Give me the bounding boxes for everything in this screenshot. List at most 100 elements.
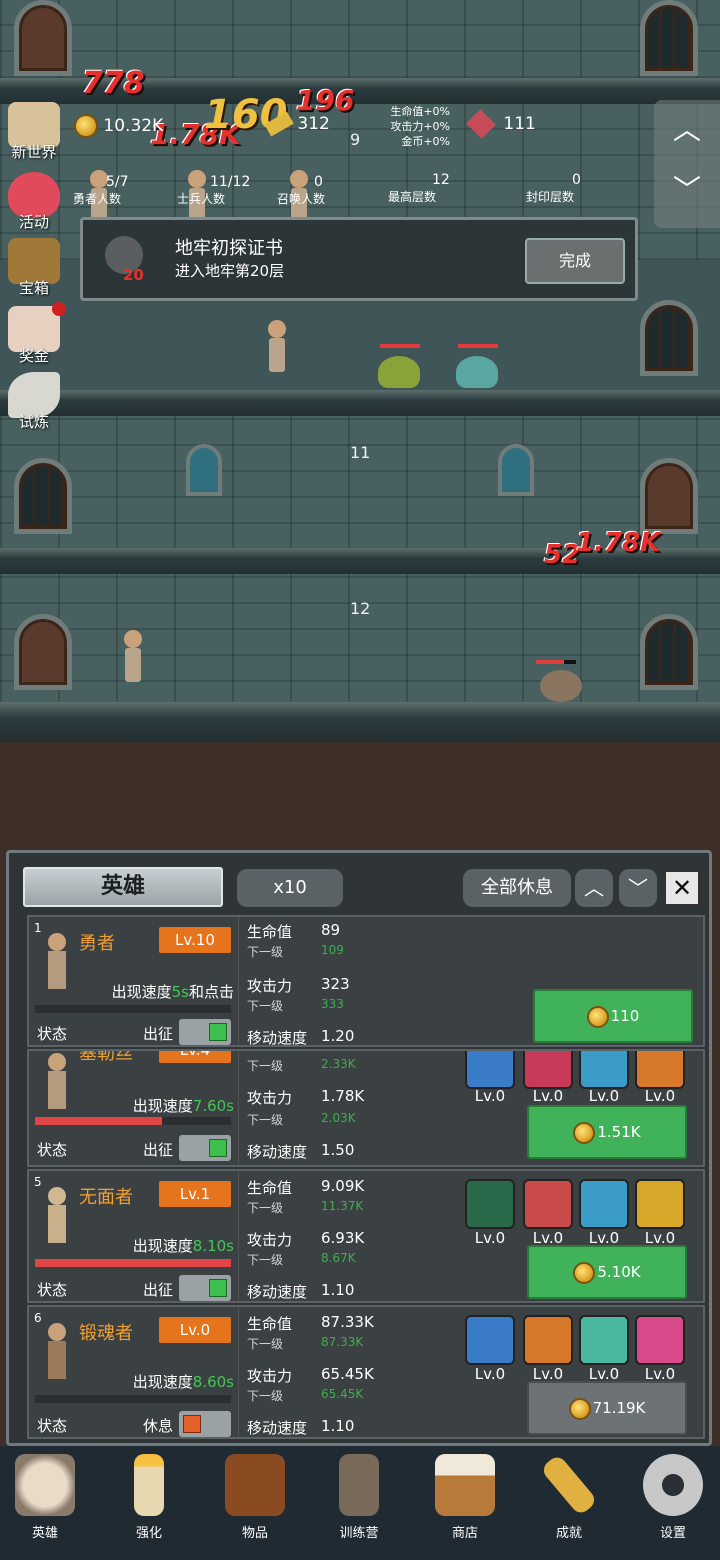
axe-skill-icon[interactable]	[523, 1315, 573, 1365]
quest-complete-button[interactable]: 完成	[525, 238, 625, 284]
close-icon[interactable]: ✕	[663, 869, 701, 907]
key-icon	[539, 1453, 599, 1517]
nav-heroes[interactable]: 英雄	[0, 1454, 90, 1554]
damage-number: 1.78K	[576, 528, 661, 558]
blue-slime	[456, 356, 498, 388]
spawn-speed: 出现速度8.60s	[132, 1373, 234, 1391]
hero-level: Lv.0	[159, 1317, 231, 1343]
sword-skill-icon[interactable]	[465, 1179, 515, 1229]
nav-items[interactable]: 物品	[210, 1454, 300, 1554]
hero-sprite	[266, 320, 288, 372]
hero-name: 塞勒丝	[79, 1049, 133, 1064]
deploy-toggle[interactable]	[179, 1135, 231, 1161]
hero-level: Lv.4	[159, 1051, 231, 1063]
monster-skill-icon[interactable]	[523, 1051, 573, 1089]
counter-max-floor: 12 最高层数	[387, 172, 450, 204]
bonus-button[interactable]: 奖金	[4, 302, 66, 365]
gold-amount: 10.32K	[103, 116, 164, 136]
dungeon-gate	[640, 614, 698, 690]
spawn-speed: 出现速度5s和点击	[111, 983, 234, 1001]
move-down-button[interactable]: ﹀	[619, 869, 657, 907]
upgrade-button[interactable]: 110	[533, 989, 693, 1043]
enemy-hp-bar	[536, 660, 576, 664]
beast-skill-icon[interactable]	[635, 1051, 685, 1089]
hero-panel: 英雄 x10 全部休息 ︿ ﹀ ✕ 1 勇者 Lv.10 出现速度5s和点击 状…	[6, 850, 712, 1446]
dungeon-gate	[640, 300, 698, 376]
hero-hp-bar	[35, 1117, 231, 1125]
gem-amount: 111	[503, 114, 536, 134]
damage-number: 196	[296, 84, 355, 117]
counter-sealed-floor: 0 封印层数	[525, 172, 581, 204]
bonus-gold: 金币+0%	[401, 135, 450, 148]
nav-upgrade[interactable]: 强化	[104, 1454, 194, 1554]
boot-skill-icon[interactable]	[635, 1315, 685, 1365]
bonus-hp: 生命值+0%	[390, 105, 450, 118]
hero-hp-bar	[35, 1005, 231, 1013]
deploy-toggle[interactable]	[179, 1019, 231, 1045]
lantern-icon	[339, 1454, 379, 1516]
hero-card[interactable]: 5 无面者 Lv.1 出现速度8.10s 状态 出征 生命值 9.09K 下一级 1…	[27, 1169, 705, 1303]
hero-hp-bar	[35, 1395, 231, 1403]
floor-ledge	[0, 390, 720, 416]
upgrade-button[interactable]: 1.51K	[527, 1105, 687, 1159]
rest-all-button[interactable]: 全部休息	[463, 869, 571, 907]
hero-portrait	[43, 1053, 71, 1111]
hero-card[interactable]: 塞勒丝 Lv.4 出现速度7.60s 状态 出征 下一级 2.33K 攻击力 1.7…	[27, 1049, 705, 1167]
floor-row-12	[0, 574, 720, 708]
damage-number: 778	[82, 66, 145, 101]
scroll-up-button[interactable]: ︿	[654, 100, 720, 160]
dungeon-door	[14, 614, 72, 690]
nav-achievements[interactable]: 成就	[524, 1453, 614, 1554]
green-slime	[378, 356, 420, 388]
floor-ledge	[0, 702, 720, 742]
coin-icon	[74, 114, 98, 138]
move-up-button[interactable]: ︿	[575, 869, 613, 907]
panel-toolbar: 英雄 x10 全部休息 ︿ ﹀ ✕	[23, 867, 701, 911]
coin-icon	[573, 1121, 596, 1144]
upgrade-button[interactable]: 5.10K	[527, 1245, 687, 1299]
spawn-speed: 出现速度7.60s	[132, 1097, 234, 1115]
bar-display: 312	[264, 111, 330, 137]
hero-card[interactable]: 6 锻魂者 Lv.0 出现速度8.60s 状态 休息 生命值 87.33K 下一级…	[27, 1305, 705, 1439]
gear-icon	[643, 1454, 703, 1516]
hero-card[interactable]: 1 勇者 Lv.10 出现速度5s和点击 状态 出征 生命值 89 下一级 109 …	[27, 915, 705, 1047]
gold-display: 10.32K	[74, 114, 163, 138]
counter-soldiers: 11/12 士兵人数	[176, 174, 251, 206]
hammer-skill-icon[interactable]	[579, 1315, 629, 1365]
blade-skill-icon[interactable]	[523, 1179, 573, 1229]
tab-heroes[interactable]: 英雄	[23, 867, 223, 907]
floor-number: 12	[350, 599, 371, 618]
counter-summons: 0 召唤人数	[276, 174, 325, 206]
new-world-button[interactable]: 新世界	[4, 102, 64, 161]
skull-icon	[15, 1454, 75, 1516]
helmet-skill-icon[interactable]	[635, 1179, 685, 1229]
scroll-down-button[interactable]: ﹀	[654, 160, 720, 220]
notification-dot	[52, 302, 66, 316]
nav-shop[interactable]: 商店	[420, 1454, 510, 1554]
coin-icon	[573, 1261, 596, 1284]
hero-portrait	[43, 1187, 71, 1245]
trial-button[interactable]: 试炼	[4, 372, 64, 431]
damage-number: 52	[544, 540, 581, 570]
deploy-toggle[interactable]	[179, 1275, 231, 1301]
boot-skill-icon[interactable]	[579, 1179, 629, 1229]
quest-description: 进入地牢第20层	[175, 262, 285, 280]
dungeon-gate	[14, 458, 72, 534]
event-button[interactable]: 活动	[4, 172, 64, 231]
book-icon	[225, 1454, 285, 1516]
dungeon-scene: 9 11 12 778 1.78K 160 196 52 1.78K 10.32…	[0, 0, 720, 742]
star-skill-icon[interactable]	[465, 1051, 515, 1089]
hero-level: Lv.1	[159, 1181, 231, 1207]
multiplier-button[interactable]: x10	[237, 869, 343, 907]
rest-toggle[interactable]	[179, 1411, 231, 1437]
spawn-speed: 出现速度8.10s	[132, 1237, 234, 1255]
nav-training[interactable]: 训练营	[314, 1454, 404, 1554]
counter-heroes: 5/7 勇者人数	[72, 174, 129, 206]
chest-button[interactable]: 宝箱	[4, 238, 64, 297]
upgrade-button-disabled[interactable]: 71.19K	[527, 1381, 687, 1435]
nav-settings[interactable]: 设置	[628, 1454, 718, 1554]
warrior-skill-icon[interactable]	[579, 1051, 629, 1089]
gold-bar-icon	[264, 111, 294, 137]
hero-name: 锻魂者	[79, 1323, 133, 1344]
skull-shield-skill-icon[interactable]	[465, 1315, 515, 1365]
